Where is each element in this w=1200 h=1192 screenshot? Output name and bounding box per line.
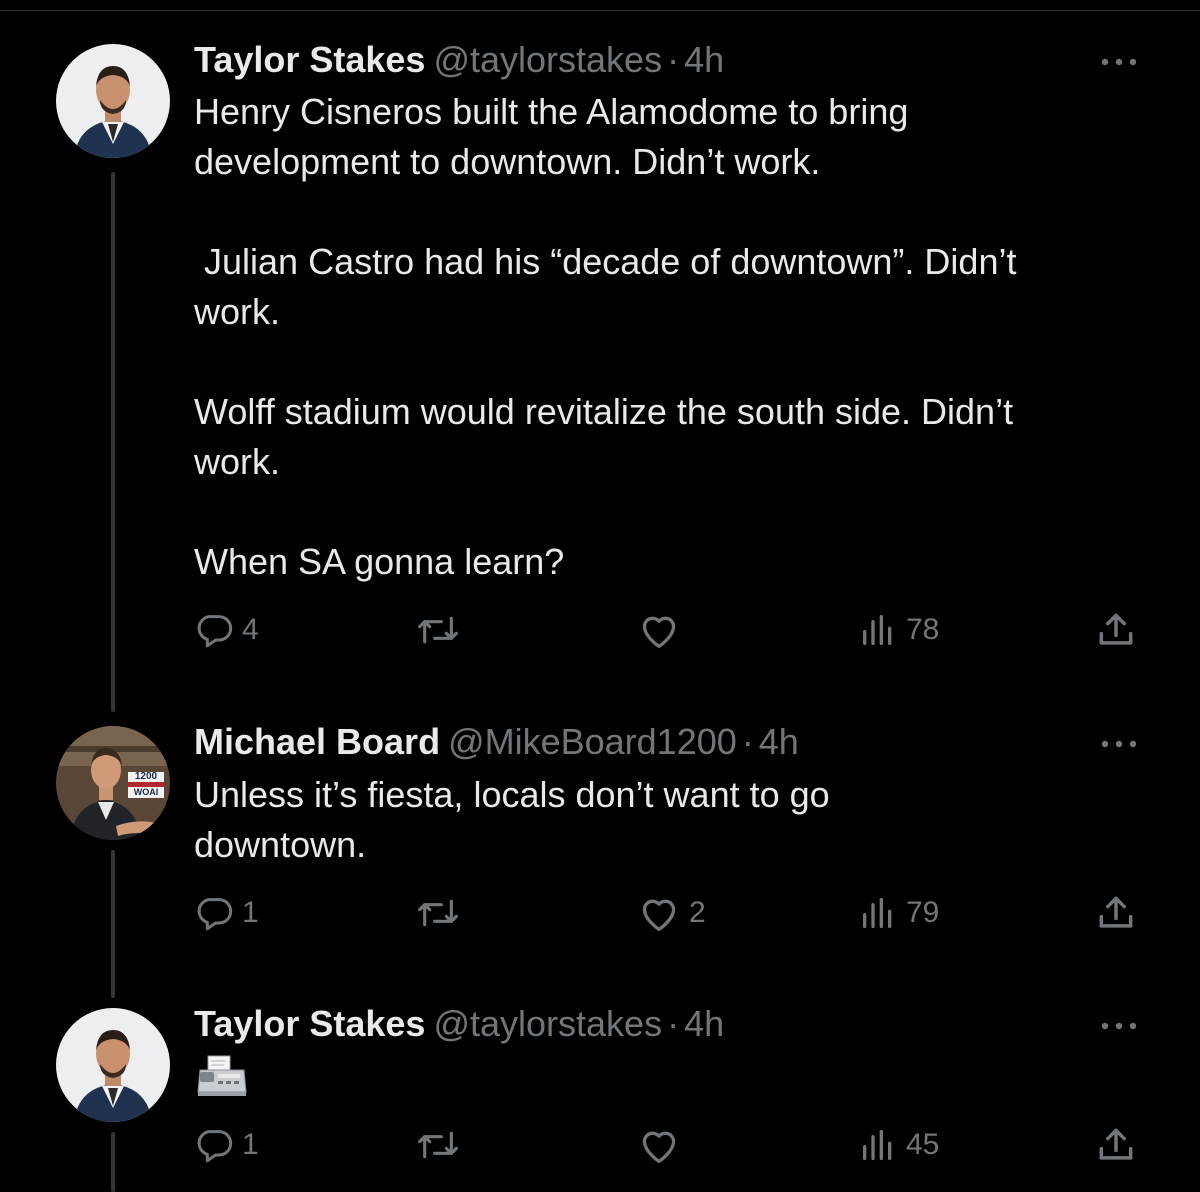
thread-connector	[111, 850, 115, 998]
reply-count: 1	[242, 896, 259, 929]
like-button[interactable]	[637, 605, 689, 655]
avatar-michael-board[interactable]: 1200 WOAI	[56, 726, 170, 840]
share-button[interactable]	[1094, 1120, 1138, 1170]
avatar-badge-woai: WOAI	[133, 787, 159, 797]
like-icon	[642, 616, 676, 648]
reply-icon	[197, 1130, 233, 1163]
share-button[interactable]	[1094, 888, 1138, 938]
author-name[interactable]: Michael Board	[194, 721, 440, 762]
reply-count: 4	[242, 613, 259, 646]
views-icon	[863, 898, 892, 928]
reply-icon	[197, 615, 233, 648]
views-count: 78	[906, 613, 940, 646]
views-button[interactable]: 78	[858, 605, 939, 655]
tweet-header: Taylor Stakes @taylorstakes · 4h	[194, 38, 724, 82]
separator: ·	[741, 721, 754, 762]
retweet-icon	[418, 1131, 458, 1159]
separator: ·	[667, 39, 680, 80]
like-icon	[642, 1131, 676, 1163]
avatar-taylor-stakes[interactable]	[56, 44, 170, 158]
views-icon	[863, 1130, 892, 1160]
like-button[interactable]	[637, 1120, 689, 1170]
share-icon	[1099, 613, 1133, 645]
like-count: 2	[689, 896, 706, 929]
avatar-image	[56, 1008, 170, 1122]
timestamp[interactable]: 4h	[759, 721, 799, 762]
retweet-icon	[418, 616, 458, 644]
tweet-2[interactable]: 1200 WOAI Michael Board @MikeBoard1200 · 4h…	[0, 700, 1200, 1000]
tweet-actions: 1 2 79	[194, 888, 1144, 938]
like-button[interactable]: 2	[637, 888, 706, 938]
retweet-button[interactable]	[412, 605, 472, 655]
tweet-1[interactable]: Taylor Stakes @taylorstakes · 4h Henry Cisn…	[0, 0, 1200, 712]
tweet-actions: 1 45	[194, 1120, 1144, 1170]
avatar-image	[56, 44, 170, 158]
retweet-button[interactable]	[412, 1120, 472, 1170]
views-button[interactable]: 45	[858, 1120, 939, 1170]
views-icon	[863, 615, 892, 645]
author-name[interactable]: Taylor Stakes	[194, 1003, 425, 1044]
more-icon[interactable]	[1098, 52, 1142, 72]
separator: ·	[667, 1003, 680, 1044]
share-icon	[1099, 1128, 1133, 1160]
thread-connector	[111, 1132, 115, 1192]
more-icon[interactable]	[1098, 1016, 1142, 1036]
author-handle[interactable]: @taylorstakes	[433, 1003, 662, 1044]
retweet-button[interactable]	[412, 888, 472, 938]
author-handle[interactable]: @taylorstakes	[433, 39, 662, 80]
thread-connector	[111, 172, 115, 712]
avatar-taylor-stakes[interactable]	[56, 1008, 170, 1122]
views-button[interactable]: 79	[858, 888, 939, 938]
views-count: 79	[906, 896, 940, 929]
reply-count: 1	[242, 1128, 259, 1161]
reply-icon	[197, 898, 233, 931]
timestamp[interactable]: 4h	[684, 1003, 724, 1044]
avatar-badge-1200: 1200	[134, 771, 158, 782]
reply-button[interactable]: 1	[194, 888, 259, 938]
tweet-text: Henry Cisneros built the Alamodome to br…	[194, 91, 1017, 582]
more-icon[interactable]	[1098, 734, 1142, 754]
share-icon	[1099, 896, 1133, 928]
tweet-header: Michael Board @MikeBoard1200 · 4h	[194, 720, 799, 764]
author-name[interactable]: Taylor Stakes	[194, 39, 425, 80]
author-handle[interactable]: @MikeBoard1200	[448, 721, 737, 762]
views-count: 45	[906, 1128, 940, 1161]
retweet-icon	[418, 899, 458, 927]
fax-machine-emoji	[196, 1054, 248, 1098]
like-icon	[642, 899, 676, 931]
share-button[interactable]	[1094, 605, 1138, 655]
timestamp[interactable]: 4h	[684, 39, 724, 80]
avatar-image	[56, 726, 170, 840]
reply-button[interactable]: 1	[194, 1120, 259, 1170]
tweet-3[interactable]: Taylor Stakes @taylorstakes · 4h 1 45	[0, 1000, 1200, 1192]
tweet-header: Taylor Stakes @taylorstakes · 4h	[194, 1002, 724, 1046]
reply-button[interactable]: 4	[194, 605, 259, 655]
tweet-text: Unless it’s fiesta, locals don’t want to…	[194, 774, 830, 865]
tweet-actions: 4 78	[194, 605, 1144, 655]
